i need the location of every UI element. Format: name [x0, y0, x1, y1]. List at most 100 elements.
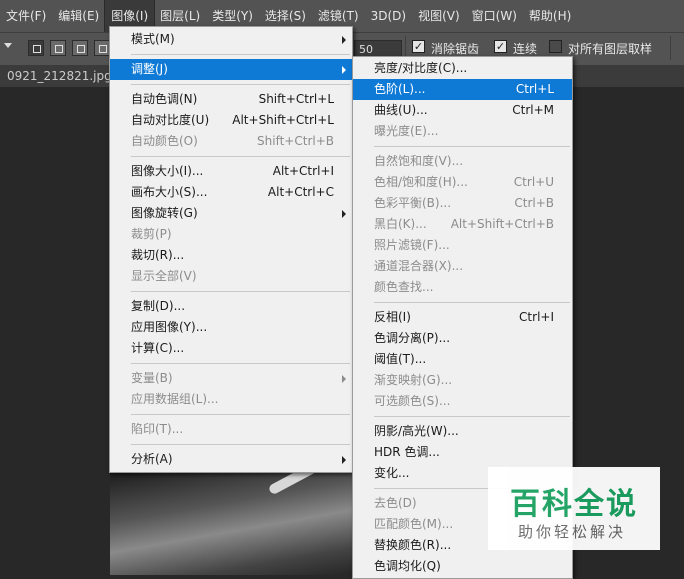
- adjust-menu-item-shortcut: Ctrl+B: [514, 196, 554, 210]
- adjust-menu-item[interactable]: 色阶(L)... Ctrl+L: [353, 79, 572, 100]
- image-menu-item-label: 裁切(R)...: [131, 248, 185, 262]
- subtract-selection-icon[interactable]: [72, 40, 88, 56]
- menu-file[interactable]: 文件(F): [0, 0, 52, 32]
- adjust-menu-item-label: 变化...: [374, 466, 410, 480]
- image-menu-item-label: 变量(B): [131, 371, 173, 385]
- adjust-menu-item-label: 替换颜色(R)...: [374, 538, 452, 552]
- image-menu-item: 应用数据组(L)...: [110, 389, 352, 410]
- image-menu-item: 裁剪(P): [110, 224, 352, 245]
- image-menu-item[interactable]: 图像旋转(G): [110, 203, 352, 224]
- image-menu-item-label: 应用图像(Y)...: [131, 320, 208, 334]
- adjust-menu-item[interactable]: 亮度/对比度(C)...: [353, 58, 572, 79]
- contiguous-label: 连续: [513, 42, 538, 56]
- adjust-menu-item[interactable]: 色调均化(Q): [353, 556, 572, 577]
- document-image: [110, 470, 370, 575]
- adjust-menu-item-shortcut: Ctrl+L: [515, 82, 554, 96]
- image-menu-item-shortcut: Shift+Ctrl+L: [258, 92, 334, 106]
- adjust-menu-item-label: 曝光度(E)...: [374, 124, 439, 138]
- image-menu-item[interactable]: 分析(A): [110, 449, 352, 470]
- adjust-menu-item[interactable]: HDR 色调...: [353, 442, 572, 463]
- adjust-menu-item-label: 阴影/高光(W)...: [374, 424, 459, 438]
- adjust-menu-item-label: 曲线(U)...: [374, 103, 428, 117]
- image-menu-item-label: 裁剪(P): [131, 227, 172, 241]
- image-menu-item[interactable]: 画布大小(S)... Alt+Ctrl+C: [110, 182, 352, 203]
- adjust-menu-item: 自然饱和度(V)...: [353, 151, 572, 172]
- adjust-menu-item-shortcut: Ctrl+M: [512, 103, 554, 117]
- adjust-menu-item-shortcut: Alt+Shift+Ctrl+B: [450, 217, 554, 231]
- image-menu-item: 变量(B): [110, 368, 352, 389]
- adjust-menu-item: 曝光度(E)...: [353, 121, 572, 142]
- adjust-menu-item: 黑白(K)... Alt+Shift+Ctrl+B: [353, 214, 572, 235]
- image-menu-item-label: 模式(M): [131, 32, 175, 46]
- adjust-menu-item[interactable]: 曲线(U)... Ctrl+M: [353, 100, 572, 121]
- adjust-menu-item-label: 亮度/对比度(C)...: [374, 61, 468, 75]
- menu-help[interactable]: 帮助(H): [523, 0, 577, 32]
- adjust-menu-item-label: 反相(I): [374, 310, 411, 324]
- image-menu-item-label: 图像大小(I)...: [131, 164, 204, 178]
- image-menu-separator: [131, 363, 350, 364]
- image-menu-separator: [131, 291, 350, 292]
- image-menu-item-label: 图像旋转(G): [131, 206, 198, 220]
- image-menu-item[interactable]: 应用图像(Y)...: [110, 317, 352, 338]
- antialias-checkbox[interactable]: ✓: [412, 40, 425, 53]
- image-menu-item-label: 调整(J): [131, 62, 168, 76]
- tool-preset-arrow-icon[interactable]: [4, 43, 12, 48]
- image-menu-separator: [131, 84, 350, 85]
- adjust-menu-item-label: 匹配颜色(M)...: [374, 517, 454, 531]
- adjust-menu-item-label: 自然饱和度(V)...: [374, 154, 464, 168]
- submenu-arrow-icon: [342, 375, 346, 383]
- adjust-menu-item-label: 色调分离(P)...: [374, 331, 451, 345]
- antialias-label: 消除锯齿: [431, 42, 480, 56]
- image-menu-separator: [131, 156, 350, 157]
- adjust-menu-item-shortcut: Ctrl+U: [513, 175, 554, 189]
- image-menu-item-label: 自动色调(N): [131, 92, 198, 106]
- adjust-menu-item: 通道混合器(X)...: [353, 256, 572, 277]
- image-menu-item[interactable]: 自动对比度(U) Alt+Shift+Ctrl+L: [110, 110, 352, 131]
- adjust-menu-item-label: 色调均化(Q): [374, 559, 441, 573]
- adjust-menu-item[interactable]: 反相(I) Ctrl+I: [353, 307, 572, 328]
- image-menu-dropdown: 模式(M) 调整(J) 自动色调(N) Shift+Ctrl+L 自动对比度(U) Alt…: [109, 26, 353, 473]
- image-menu-item: 显示全部(V): [110, 266, 352, 287]
- adjust-menu-item-label: 可选颜色(S)...: [374, 394, 451, 408]
- image-menu-item[interactable]: 计算(C)...: [110, 338, 352, 359]
- image-menu-item: 陷印(T)...: [110, 419, 352, 440]
- adjust-menu-item-label: HDR 色调...: [374, 445, 440, 459]
- adjust-menu-item-label: 阈值(T)...: [374, 352, 427, 366]
- image-menu-item[interactable]: 复制(D)...: [110, 296, 352, 317]
- submenu-arrow-icon: [342, 66, 346, 74]
- image-menu-item[interactable]: 调整(J): [110, 59, 352, 80]
- image-menu-item[interactable]: 裁切(R)...: [110, 245, 352, 266]
- menu-edit[interactable]: 编辑(E): [52, 0, 105, 32]
- watermark-subtitle: 助你轻松解决: [518, 523, 627, 541]
- adjust-menu-item[interactable]: 色调分离(P)...: [353, 328, 572, 349]
- image-menu-item[interactable]: 图像大小(I)... Alt+Ctrl+I: [110, 161, 352, 182]
- adjust-menu-item-label: 色阶(L)...: [374, 82, 426, 96]
- menu-3d[interactable]: 3D(D): [365, 0, 412, 32]
- sample-all-layers-label: 对所有图层取样: [568, 42, 653, 56]
- image-menu-item[interactable]: 自动色调(N) Shift+Ctrl+L: [110, 89, 352, 110]
- image-menu-separator: [131, 444, 350, 445]
- image-menu-item[interactable]: 模式(M): [110, 29, 352, 50]
- adjust-menu-separator: [374, 416, 570, 417]
- adjust-menu-item[interactable]: 阴影/高光(W)...: [353, 421, 572, 442]
- image-menu-item-label: 分析(A): [131, 452, 173, 466]
- adjust-menu-separator: [374, 146, 570, 147]
- adjust-menu-item-label: 黑白(K)...: [374, 217, 427, 231]
- menu-view[interactable]: 视图(V): [412, 0, 466, 32]
- adjust-menu-item: 色相/饱和度(H)... Ctrl+U: [353, 172, 572, 193]
- add-selection-icon[interactable]: [50, 40, 66, 56]
- image-menu-item-shortcut: Alt+Ctrl+I: [272, 164, 334, 178]
- new-selection-icon[interactable]: [28, 40, 44, 56]
- image-menu-item-label: 应用数据组(L)...: [131, 392, 219, 406]
- image-menu-item-label: 陷印(T)...: [131, 422, 184, 436]
- adjust-menu-item-label: 通道混合器(X)...: [374, 259, 464, 273]
- adjust-menu-item[interactable]: 阈值(T)...: [353, 349, 572, 370]
- adjust-menu-separator: [374, 302, 570, 303]
- contiguous-checkbox[interactable]: ✓: [494, 40, 507, 53]
- image-menu-item-shortcut: Shift+Ctrl+B: [257, 134, 334, 148]
- adjust-menu-item-shortcut: Ctrl+I: [519, 310, 554, 324]
- intersect-selection-icon[interactable]: [94, 40, 110, 56]
- menu-window[interactable]: 窗口(W): [466, 0, 523, 32]
- sample-all-layers-checkbox[interactable]: [549, 40, 562, 53]
- image-menu-item-label: 计算(C)...: [131, 341, 185, 355]
